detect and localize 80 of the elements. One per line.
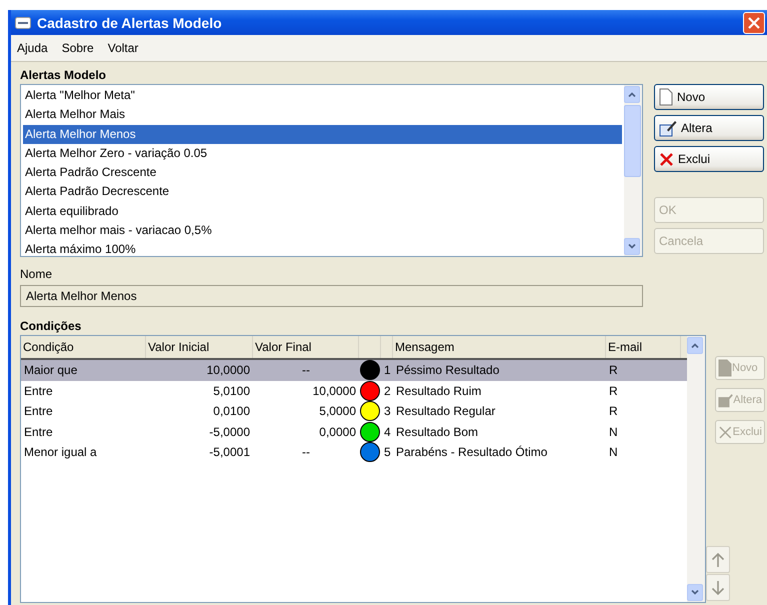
table-cell-text: R xyxy=(608,404,619,418)
table-cell-text: 0,0000 xyxy=(318,424,357,439)
name-field[interactable]: Alerta Melhor Menos xyxy=(20,285,643,307)
x-icon xyxy=(718,424,733,440)
column-header[interactable]: Valor Inicial xyxy=(146,336,253,358)
table-row[interactable]: Entre -5,0000 0,0000 4 Resultado Bom N xyxy=(21,422,687,442)
list-item[interactable]: Alerta Padrão Decrescente xyxy=(23,182,622,202)
table-cell-text: Entre xyxy=(23,424,54,439)
table-cell-text: 10,0000 xyxy=(206,363,251,378)
column-header[interactable]: E-mail xyxy=(606,336,681,358)
table-cell-text: Menor igual a xyxy=(23,445,98,460)
alerts-list[interactable] xyxy=(20,84,643,257)
table-cell-text: Resultado Bom xyxy=(395,424,480,439)
list-item[interactable]: Alerta melhor mais - variacao 0,5% xyxy=(23,221,622,240)
menu-item[interactable]: Sobre xyxy=(62,41,94,55)
table-cell-text: Maior que xyxy=(23,363,78,378)
table-row[interactable]: Maior que 10,0000 -- 1 Péssimo Resultado R xyxy=(21,360,687,380)
table-cell-text: 5,0000 xyxy=(318,404,357,418)
x-icon xyxy=(659,152,674,166)
app-icon xyxy=(15,16,31,28)
table-cell-text: Parabéns - Resultado Ótimo xyxy=(395,445,548,460)
scrollbar[interactable] xyxy=(624,85,642,256)
table-cell-text: 3 xyxy=(383,404,392,418)
edit-icon xyxy=(659,120,677,136)
table-cell-text: Entre xyxy=(23,404,54,418)
close-icon xyxy=(748,16,760,28)
column-header[interactable]: Condição xyxy=(21,336,146,358)
table-cell-text: N xyxy=(608,424,619,439)
list-item[interactable]: Alerta "Melhor Meta" xyxy=(23,86,622,106)
arrow-down-icon xyxy=(711,580,725,596)
table-cell-text: Entre xyxy=(23,384,54,398)
table-row[interactable]: Entre 5,0100 10,0000 2 Resultado Ruim R xyxy=(21,380,687,401)
table-cell-text: -- xyxy=(301,445,311,460)
new-button[interactable]: Novo xyxy=(654,84,764,110)
table-row[interactable]: Entre 0,0100 5,0000 3 Resultado Regular R xyxy=(21,401,687,422)
arrow-up-icon xyxy=(711,552,725,568)
scroll-down-icon xyxy=(691,590,699,595)
table-cell-text: 5,0100 xyxy=(212,384,251,398)
list-item[interactable]: Alerta Melhor Mais xyxy=(23,105,622,125)
table-cell-text: 5 xyxy=(383,445,392,460)
table-cell-text: R xyxy=(608,384,619,398)
table-cell-text: N xyxy=(608,445,619,460)
scrollbar[interactable] xyxy=(687,336,705,602)
move-up-button[interactable] xyxy=(706,546,730,573)
table-cell-text: 0,0100 xyxy=(212,404,251,418)
document-icon xyxy=(718,359,732,377)
column-header[interactable]: Mensagem xyxy=(393,336,606,358)
list-item[interactable]: Alerta Melhor Zero - variação 0.05 xyxy=(23,144,622,164)
list-item[interactable]: Alerta máximo 100% xyxy=(23,240,622,260)
table-cell-text: -5,0000 xyxy=(208,424,251,439)
table-row[interactable]: Menor igual a -5,0001 -- 5 Parabéns - Resultado Ótimo N xyxy=(21,442,687,462)
table-cell-text: 1 xyxy=(383,363,392,378)
close-button[interactable] xyxy=(743,12,765,34)
window-title: Cadastro de Alertas Modelo xyxy=(37,14,223,30)
delete-button[interactable]: Exclui xyxy=(654,146,764,172)
table-cell-text: Péssimo Resultado xyxy=(395,363,500,378)
menu-item[interactable]: Voltar xyxy=(108,41,138,55)
scroll-down-icon xyxy=(628,244,636,249)
table-cell-text: -- xyxy=(301,363,311,378)
column-header[interactable]: Valor Final xyxy=(253,336,359,358)
list-item[interactable]: Alerta Padrão Crescente xyxy=(23,163,622,182)
scroll-up-icon xyxy=(628,92,636,97)
list-item[interactable]: Alerta Melhor Menos xyxy=(23,124,622,144)
scroll-up-icon xyxy=(691,343,699,348)
field-label: Nome xyxy=(20,267,54,283)
table-cell-text: Resultado Regular xyxy=(395,404,496,418)
table-cell-text: Resultado Ruim xyxy=(395,384,482,398)
edit-button[interactable]: Altera xyxy=(654,115,764,141)
section-label: Alertas Modelo xyxy=(20,66,108,83)
table-cell-text: 10,0000 xyxy=(312,384,357,398)
move-down-button[interactable] xyxy=(706,574,730,601)
table-cell-text: R xyxy=(608,363,619,378)
list-item[interactable]: Alerta equilibrado xyxy=(23,202,622,222)
menu-item[interactable]: Ajuda xyxy=(17,41,48,55)
table-cell-text: 2 xyxy=(383,384,392,398)
section-label: Condições xyxy=(20,318,82,334)
table-cell-text: -5,0001 xyxy=(208,445,251,460)
edit-icon xyxy=(718,392,734,408)
table-cell-text: 4 xyxy=(383,424,392,439)
document-icon xyxy=(659,88,673,106)
